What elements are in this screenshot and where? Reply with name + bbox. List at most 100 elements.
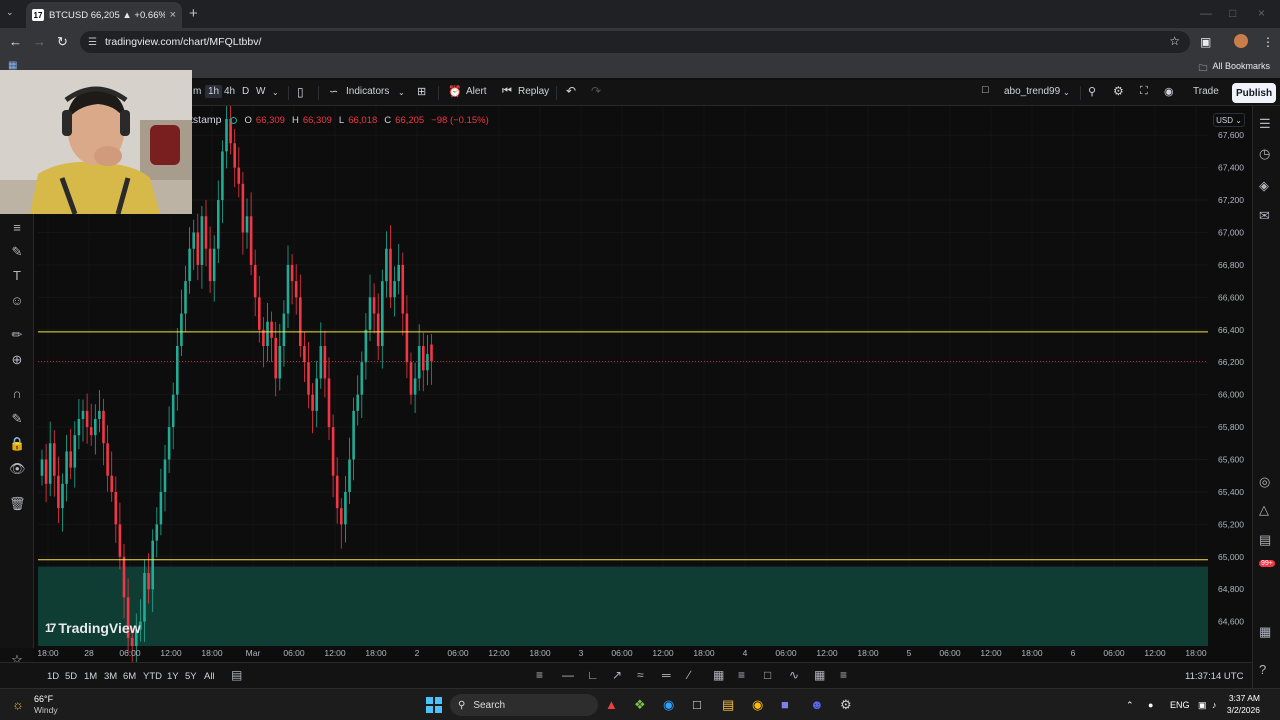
replay-button[interactable]: Replay: [518, 86, 549, 97]
tab-close-icon[interactable]: ×: [170, 9, 176, 21]
file-icon[interactable]: □: [693, 697, 701, 712]
app-a-icon[interactable]: ▲: [605, 697, 618, 712]
interval-d[interactable]: D: [242, 86, 249, 97]
calendar-icon[interactable]: ▤: [1259, 532, 1271, 548]
range-1y[interactable]: 1Y: [167, 671, 179, 682]
back-icon[interactable]: ←: [9, 34, 22, 49]
trash-icon[interactable]: 🗑: [9, 496, 26, 512]
chat-icon[interactable]: ✉: [1259, 208, 1270, 224]
currency-selector[interactable]: USD ⌄: [1213, 113, 1245, 127]
redo-icon[interactable]: ↷: [591, 84, 601, 98]
visibility-eye-icon[interactable]: 👁: [9, 461, 26, 477]
range-ytd[interactable]: YTD: [143, 671, 162, 682]
interval-4h[interactable]: 4h: [224, 86, 235, 97]
legend-exchange[interactable]: tstamp: [190, 114, 222, 126]
trade-button[interactable]: Trade: [1193, 86, 1219, 97]
weather-icon[interactable]: ☼: [12, 697, 24, 712]
interval-1h[interactable]: 1h: [205, 85, 223, 98]
alert-clock-icon[interactable]: ⏰: [448, 85, 462, 98]
indicators-icon[interactable]: ∽: [329, 85, 338, 98]
candle-style-icon[interactable]: ▯: [297, 85, 304, 99]
interval-dropdown-icon[interactable]: ⌄: [272, 88, 279, 97]
taskbar-search[interactable]: ⚲ Search: [450, 694, 598, 716]
ruler-icon[interactable]: ✏: [9, 327, 25, 343]
range-all[interactable]: All: [204, 671, 215, 682]
text-tool-icon[interactable]: T: [9, 268, 25, 283]
range-5d[interactable]: 5D: [65, 671, 77, 682]
quick-search-icon[interactable]: ⚲: [1088, 85, 1096, 98]
teams-icon[interactable]: ■: [781, 697, 789, 712]
extensions-icon[interactable]: ▣: [1200, 35, 1211, 49]
range-3m[interactable]: 3M: [104, 671, 117, 682]
all-bookmarks-button[interactable]: 🗀 All Bookmarks: [1198, 61, 1270, 77]
lock-drawing-icon[interactable]: ✎: [9, 411, 25, 427]
alerts-clock-icon[interactable]: ◷: [1259, 146, 1270, 162]
products-grid-icon[interactable]: ▦: [1259, 624, 1271, 640]
language-indicator[interactable]: ENG: [1170, 700, 1190, 710]
tradingview-logo[interactable]: 17 TradingView: [45, 620, 141, 636]
tab-search-icon[interactable]: ⌄: [6, 7, 14, 18]
browser-tab[interactable]: 17 BTCUSD 66,205 ▲ +0.66% abo... ×: [26, 2, 182, 28]
url-text[interactable]: tradingview.com/chart/MFQLtbbv/: [105, 36, 261, 48]
channel-icon[interactable]: ═: [662, 668, 671, 682]
alert-button[interactable]: Alert: [466, 86, 487, 97]
watchlist-icon[interactable]: ☰: [1259, 116, 1271, 132]
profile-avatar[interactable]: [1234, 34, 1248, 48]
interval-minutes[interactable]: m: [193, 86, 201, 97]
gann-box-icon[interactable]: ▦: [713, 668, 724, 682]
magnet-icon[interactable]: ∩: [9, 386, 25, 401]
layout-name[interactable]: abo_trend99: [1004, 86, 1060, 97]
maximize-icon[interactable]: □: [1229, 6, 1236, 20]
emoji-icon[interactable]: ☺: [9, 293, 25, 308]
pattern-icon[interactable]: ≈: [637, 668, 644, 682]
copilot-icon[interactable]: ❖: [634, 697, 646, 713]
range-1d[interactable]: 1D: [47, 671, 59, 682]
time-axis[interactable]: 18:00 28 06:00 12:00 18:00 Mar 06:00 12:00 18:00…: [37, 648, 1207, 658]
snapshot-camera-icon[interactable]: ◉: [1164, 85, 1174, 98]
target-icon[interactable]: ◎: [1259, 474, 1270, 490]
interval-w[interactable]: W: [256, 86, 265, 97]
publish-button[interactable]: Publish: [1232, 83, 1276, 103]
templates-icon[interactable]: ⊞: [417, 85, 426, 98]
lock-icon[interactable]: 🔒: [9, 436, 25, 452]
start-windows-icon[interactable]: [426, 697, 442, 713]
minimize-icon[interactable]: —: [1200, 6, 1212, 20]
range-1m[interactable]: 1M: [84, 671, 97, 682]
reload-icon[interactable]: ↻: [57, 34, 68, 50]
explorer-folder-icon[interactable]: ▤: [722, 697, 734, 713]
volume-icon[interactable]: ♪: [1212, 700, 1217, 710]
weather-desc[interactable]: Windy: [34, 705, 58, 715]
layout-square-icon[interactable]: □: [982, 84, 989, 96]
indicators-button[interactable]: Indicators: [346, 86, 389, 97]
window-close-icon[interactable]: ×: [1258, 6, 1265, 20]
chrome-icon[interactable]: ◉: [752, 697, 763, 713]
fib-lines-icon[interactable]: ≡: [9, 220, 25, 235]
forward-icon[interactable]: →: [33, 34, 46, 49]
parallel-channel-icon[interactable]: ∕: [688, 668, 690, 682]
indicators-dropdown-icon[interactable]: ⌄: [398, 88, 405, 97]
network-icon[interactable]: ▣: [1198, 700, 1207, 711]
undo-icon[interactable]: ↶: [566, 84, 576, 98]
pitchfork-icon[interactable]: ∟: [587, 668, 599, 682]
new-tab-icon[interactable]: +: [189, 5, 198, 22]
system-time[interactable]: 3:37 AM: [1220, 693, 1260, 703]
trend-line-icon[interactable]: ≡: [536, 668, 543, 682]
ray-icon[interactable]: ↗: [612, 668, 622, 682]
system-date[interactable]: 3/2/2026: [1220, 705, 1260, 715]
site-info-icon[interactable]: ☰: [88, 37, 97, 48]
grid-icon[interactable]: ▦: [814, 668, 825, 682]
weather-temp[interactable]: 66°F: [34, 694, 53, 704]
tray-chevron-icon[interactable]: ⌃: [1126, 700, 1134, 711]
replay-icon[interactable]: ⏮: [502, 85, 512, 98]
candlestick-chart[interactable]: 66,38764,98266,20522:45 64,60064,80065,0…: [34, 95, 1252, 670]
brush-icon[interactable]: ✎: [9, 244, 25, 260]
discord-icon[interactable]: ☻: [810, 697, 824, 712]
browser-menu-icon[interactable]: ⋮: [1262, 35, 1274, 49]
range-6m[interactable]: 6M: [123, 671, 136, 682]
rectangle-icon[interactable]: □: [764, 668, 771, 682]
price-axis[interactable]: 64,600 64,800 65,000 65,200 65,400 65,600 65,8…: [1208, 106, 1252, 662]
edge-icon[interactable]: ◉: [663, 697, 674, 713]
layout-dropdown-icon[interactable]: ⌄: [1063, 88, 1070, 97]
goto-date-icon[interactable]: ▤: [231, 668, 242, 682]
price-chart[interactable]: 66,38764,98266,20522:45 64,60064,80065,0…: [34, 95, 1252, 670]
